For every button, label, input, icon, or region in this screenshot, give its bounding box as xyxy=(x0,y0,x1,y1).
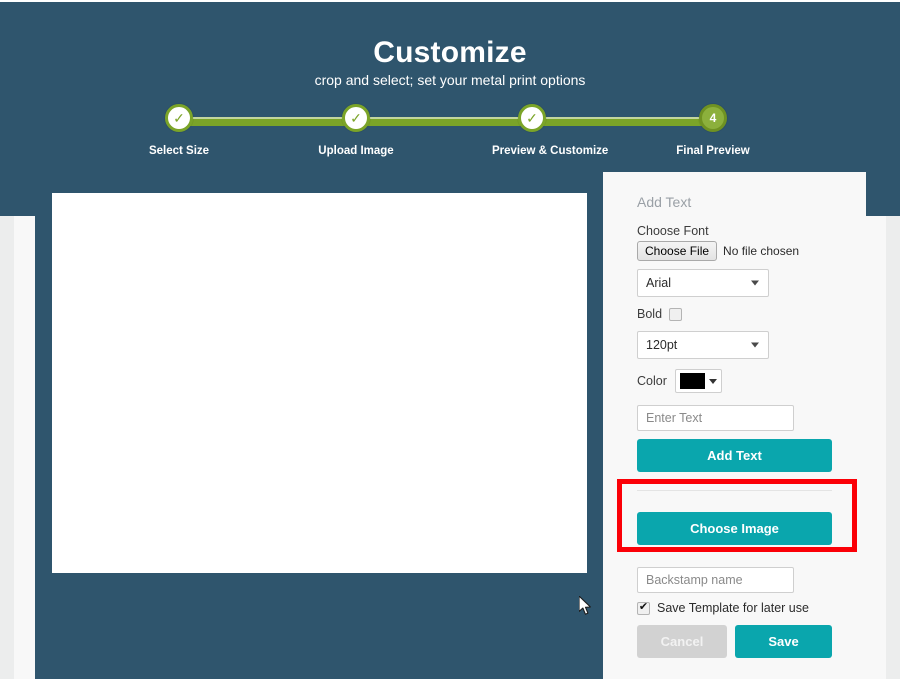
add-text-section-heading: Add Text xyxy=(637,194,692,210)
save-template-label: Save Template for later use xyxy=(657,601,809,615)
stepper-label-3: Preview & Customize xyxy=(492,145,609,157)
choose-image-button[interactable]: Choose Image xyxy=(637,512,832,545)
page-root: Customize crop and select; set your meta… xyxy=(0,0,900,679)
check-icon: ✓ xyxy=(173,110,185,126)
color-row: Color xyxy=(637,369,833,393)
stepper-dot-3: ✓ xyxy=(518,104,546,132)
bold-checkbox[interactable] xyxy=(669,307,683,321)
stepper-step-final-preview[interactable]: 4 Final Preview xyxy=(673,104,753,157)
chevron-down-icon xyxy=(708,378,717,384)
font-size-select[interactable]: 120pt xyxy=(637,331,769,359)
choose-font-label: Choose Font xyxy=(637,224,709,238)
cancel-button[interactable]: Cancel xyxy=(637,625,727,658)
chevron-down-icon xyxy=(751,280,759,286)
stepper-dot-2: ✓ xyxy=(342,104,370,132)
bold-row: Bold xyxy=(637,307,833,321)
options-panel: Add Text Choose Font Choose File No file… xyxy=(603,172,866,679)
image-canvas[interactable] xyxy=(52,193,587,573)
stepper-dot-4: 4 xyxy=(699,104,727,132)
page-title: Customize xyxy=(373,36,527,69)
page-subtitle: crop and select; set your metal print op… xyxy=(314,72,586,88)
font-file-row: Choose File No file chosen xyxy=(637,241,833,261)
color-picker[interactable] xyxy=(674,369,722,393)
stepper-label-2: Upload Image xyxy=(318,145,394,157)
choose-file-button[interactable]: Choose File xyxy=(637,241,718,261)
save-button[interactable]: Save xyxy=(735,625,832,658)
font-family-value: Arial xyxy=(646,276,672,290)
stepper-step-preview-customize[interactable]: ✓ Preview & Customize xyxy=(492,104,609,157)
progress-stepper: ✓ Select Size ✓ Upload Image ✓ Preview &… xyxy=(140,104,760,160)
action-buttons-row: Cancel Save xyxy=(637,625,833,658)
stepper-track xyxy=(179,117,713,126)
stepper-step-upload-image[interactable]: ✓ Upload Image xyxy=(316,104,396,157)
save-template-checkbox[interactable] xyxy=(637,601,650,615)
stepper-step-select-size[interactable]: ✓ Select Size xyxy=(139,104,219,157)
add-text-button[interactable]: Add Text xyxy=(637,439,832,472)
check-icon: ✓ xyxy=(350,110,362,126)
bold-label: Bold xyxy=(637,307,663,321)
choose-image-wrap: Choose Image xyxy=(637,512,833,545)
stepper-step-number: 4 xyxy=(709,111,717,125)
stepper-label-1: Select Size xyxy=(148,145,210,157)
options-panel-inner: Add Text Choose Font Choose File No file… xyxy=(637,194,833,658)
chevron-down-icon xyxy=(751,342,759,348)
font-family-select[interactable]: Arial xyxy=(637,269,769,297)
color-label: Color xyxy=(637,374,667,388)
check-icon: ✓ xyxy=(526,110,538,126)
font-size-value: 120pt xyxy=(646,338,678,352)
section-divider xyxy=(637,490,832,491)
text-input[interactable] xyxy=(637,405,794,431)
save-template-row: Save Template for later use xyxy=(637,601,833,615)
stepper-label-4: Final Preview xyxy=(676,145,750,157)
backstamp-name-input[interactable] xyxy=(637,567,794,593)
file-status-text: No file chosen xyxy=(723,244,800,258)
stepper-dot-1: ✓ xyxy=(165,104,193,132)
color-swatch xyxy=(679,373,705,389)
